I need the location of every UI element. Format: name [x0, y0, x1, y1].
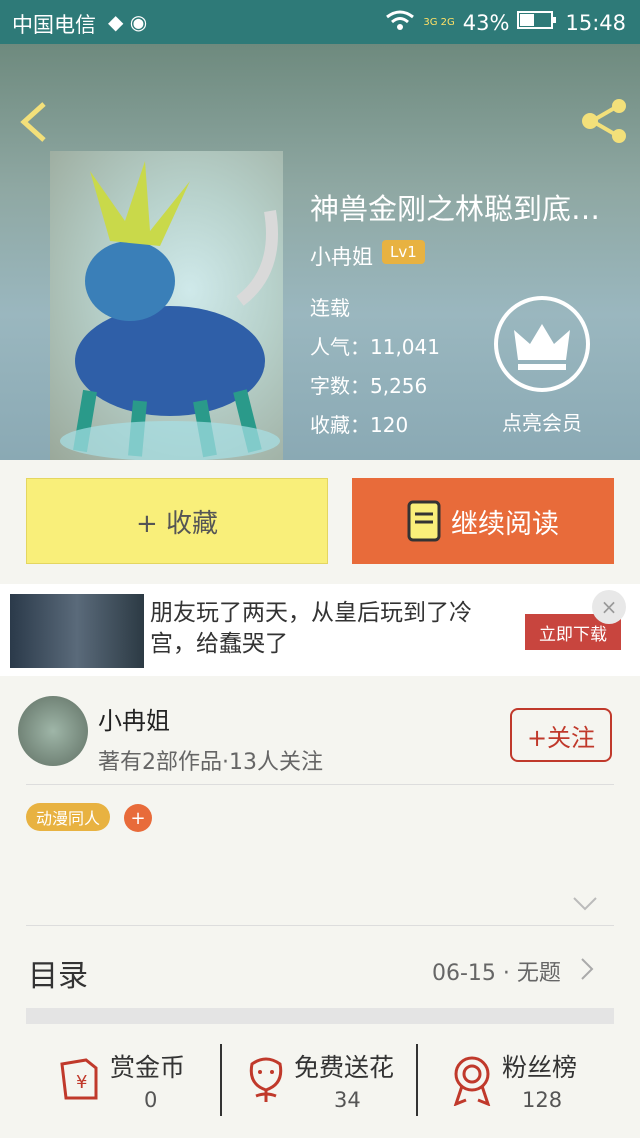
book-title: 神兽金刚之林聪到底… [310, 192, 601, 226]
chevron-right-icon[interactable] [580, 957, 594, 985]
ad-close-button[interactable]: × [592, 590, 626, 624]
author-name[interactable]: 小冉姐 [98, 701, 170, 736]
battery-percent: 43% [462, 10, 510, 35]
book-icon [407, 500, 441, 542]
reward-coins-button[interactable]: ¥ 赏金币 0 [52, 1040, 212, 1120]
battery-icon [517, 10, 557, 35]
follow-button[interactable]: +关注 [510, 708, 612, 762]
member-label: 点亮会员 [502, 411, 582, 435]
send-flower-button[interactable]: 免费送花 34 [240, 1040, 410, 1120]
continue-reading-button[interactable]: 继续阅读 [352, 478, 614, 564]
member-button[interactable] [494, 296, 590, 392]
book-cover[interactable] [50, 151, 283, 460]
send-flower-value: 34 [334, 1088, 361, 1112]
signal-icon: ◆ ◉ [108, 10, 148, 34]
divider [26, 925, 614, 926]
divider [416, 1044, 418, 1116]
continue-reading-label: 继续阅读 [451, 508, 559, 540]
medal-icon [453, 1056, 491, 1106]
fan-ranking-button[interactable]: 粉丝榜 128 [448, 1040, 618, 1120]
divider [220, 1044, 222, 1116]
author-info: 著有2部作品·13人关注 [98, 750, 323, 775]
section-separator [26, 1008, 614, 1024]
book-status: 连载 [310, 296, 350, 320]
word-count-stat: 字数：5,256 [310, 374, 428, 398]
book-author[interactable]: 小冉姐 [310, 241, 373, 271]
ad-image[interactable] [10, 594, 144, 668]
favorite-button[interactable]: + 收藏 [26, 478, 328, 564]
toc-latest-chapter[interactable]: 06-15 · 无题 [432, 955, 561, 987]
carrier-label: 中国电信 [12, 13, 96, 37]
genre-tag[interactable]: 动漫同人 [26, 803, 111, 831]
reward-coins-value: 0 [144, 1088, 158, 1112]
flower-icon [249, 1057, 283, 1102]
status-bar: 中国电信 ◆ ◉ 3G 2G 43% 15:48 [0, 0, 640, 44]
favorite-label: + 收藏 [135, 508, 219, 539]
close-icon: × [600, 595, 618, 619]
follow-label: +关注 [526, 723, 596, 752]
cellular-icon: 3G 2G [423, 17, 455, 28]
fan-ranking-value: 128 [522, 1088, 563, 1112]
clock: 15:48 [565, 10, 626, 35]
crown-icon [514, 324, 570, 370]
reward-coins-label: 赏金币 [110, 1053, 186, 1082]
toc-label[interactable]: 目录 [28, 951, 88, 995]
wifi-icon [385, 9, 415, 36]
ad-text[interactable]: 朋友玩了两天，从皇后玩到了冷宫，给蠢哭了 [150, 598, 495, 660]
author-level-badge: Lv1 [382, 240, 425, 264]
add-tag-button[interactable]: + [124, 804, 152, 832]
back-button[interactable] [18, 100, 50, 148]
share-icon [582, 99, 626, 143]
fan-ranking-label: 粉丝榜 [502, 1053, 578, 1082]
author-avatar[interactable] [18, 696, 88, 766]
favorites-stat: 收藏：120 [310, 413, 409, 437]
popularity-stat: 人气：11,041 [310, 335, 440, 359]
red-envelope-icon: ¥ [60, 1058, 98, 1100]
svg-text:¥: ¥ [76, 1072, 87, 1093]
back-arrow-icon [20, 102, 46, 142]
divider [26, 784, 614, 785]
send-flower-label: 免费送花 [294, 1053, 395, 1082]
share-button[interactable] [580, 98, 628, 148]
chevron-down-icon[interactable] [572, 896, 598, 916]
